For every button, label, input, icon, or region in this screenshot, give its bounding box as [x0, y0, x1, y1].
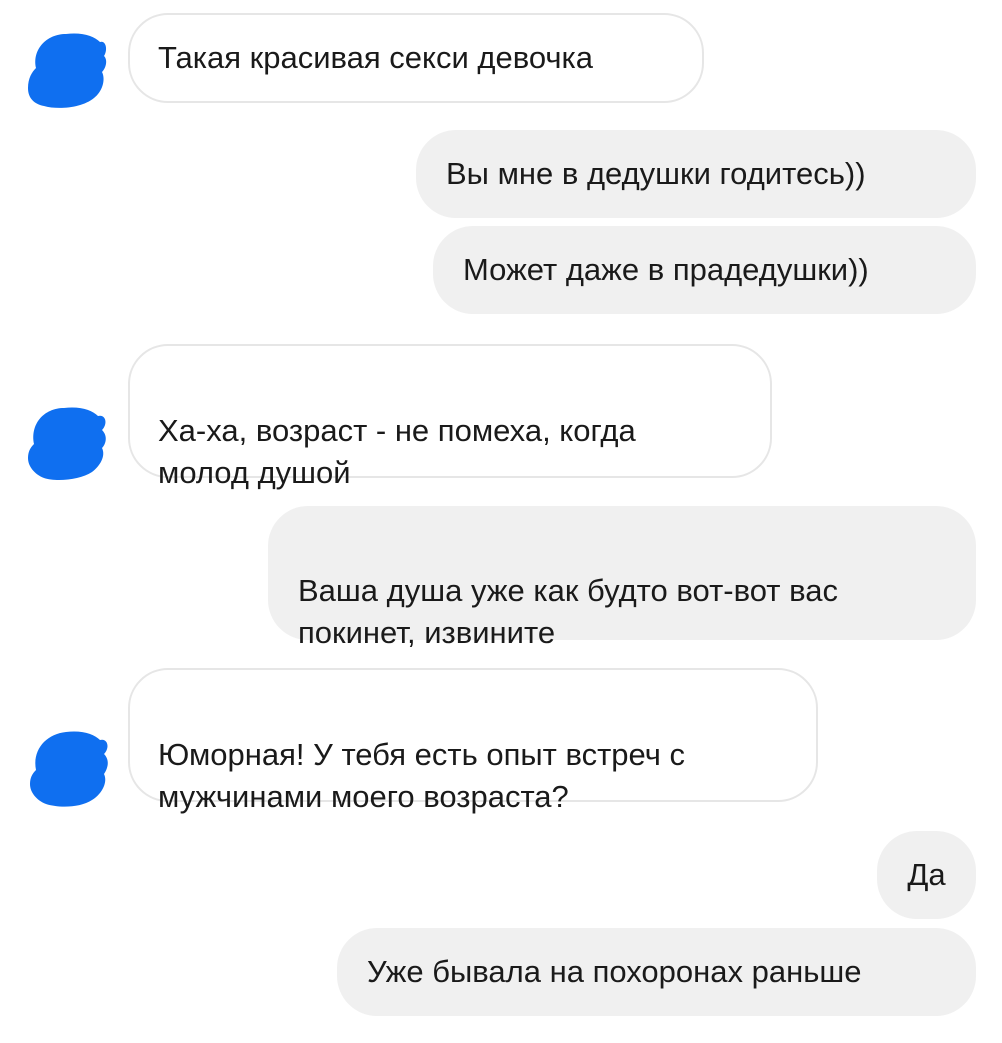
message-text: Да: [907, 857, 946, 892]
message-text: Вы мне в дедушки годитесь)): [446, 156, 866, 191]
message-bubble-outgoing: Вы мне в дедушки годитесь)): [416, 130, 976, 218]
avatar-scribble: [28, 407, 106, 480]
message-bubble-outgoing: Ваша душа уже как будто вот-вот вас поки…: [268, 506, 976, 650]
redacted-avatar-icon: [30, 731, 108, 807]
message-bubble-incoming: Такая красивая секси девочка: [128, 13, 704, 103]
message-text: Может даже в прадедушки)): [463, 252, 869, 287]
message-text: Ха-ха, возраст - не помеха, когда молод …: [158, 413, 636, 490]
message-text: Уже бывала на похоронах раньше: [367, 954, 862, 989]
avatar-scribble: [30, 731, 108, 807]
message-text: Ваша душа уже как будто вот-вот вас поки…: [298, 573, 838, 650]
message-text: Юморная! У тебя есть опыт встреч с мужчи…: [158, 737, 686, 814]
message-bubble-outgoing: Может даже в прадедушки)): [433, 226, 976, 314]
message-bubble-outgoing: Уже бывала на похоронах раньше: [337, 928, 976, 1016]
message-bubble-incoming: Юморная! У тебя есть опыт встреч с мужчи…: [128, 668, 818, 814]
redacted-avatar-icon: [28, 407, 106, 480]
message-text: Такая красивая секси девочка: [158, 40, 594, 75]
message-bubble-incoming: Ха-ха, возраст - не помеха, когда молод …: [128, 344, 772, 490]
avatar-scribble: [28, 33, 107, 108]
message-bubble-outgoing: Да: [877, 831, 976, 919]
redacted-avatar-icon: [28, 33, 107, 108]
